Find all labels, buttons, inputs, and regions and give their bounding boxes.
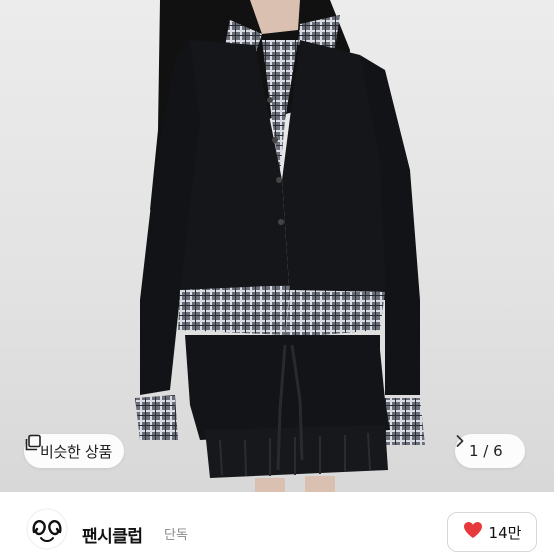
shop-name[interactable]: 팬시클럽	[82, 522, 143, 547]
like-button[interactable]: 14만	[447, 512, 537, 552]
similar-items-label: 비슷한 상품	[40, 442, 112, 461]
like-count: 14만	[488, 523, 522, 542]
product-photo-illustration	[135, 0, 425, 492]
image-pager[interactable]: 1 / 6	[455, 434, 525, 468]
exclusive-badge: 단독	[164, 528, 188, 543]
heart-icon	[463, 521, 483, 543]
shop-logo-icon[interactable]	[26, 508, 68, 550]
image-pager-label: 1 / 6	[469, 442, 503, 460]
product-image[interactable]: 비슷한 상품 1 / 6	[0, 0, 554, 492]
similar-items-button[interactable]: 비슷한 상품	[24, 434, 124, 468]
